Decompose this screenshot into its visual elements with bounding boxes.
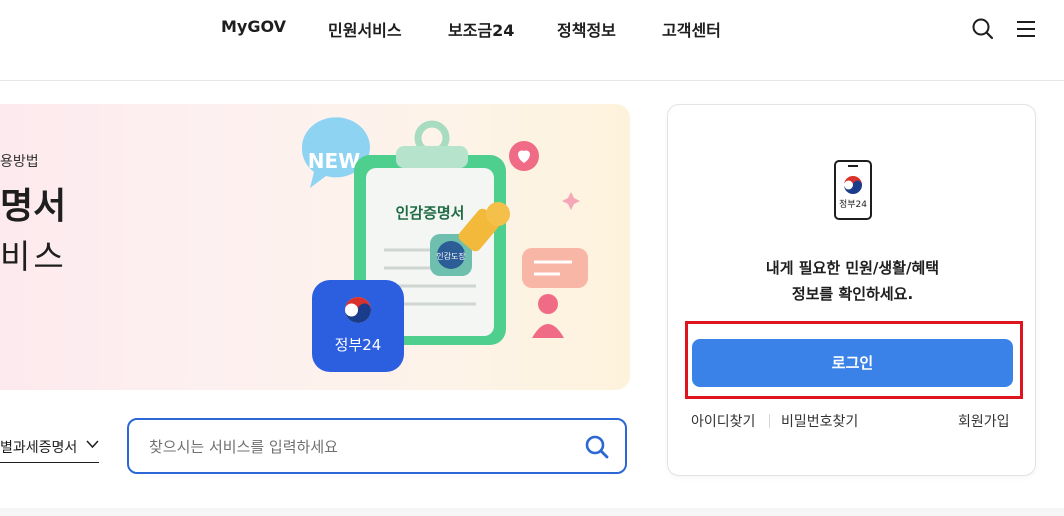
login-message: 내게 필요한 민원/생활/혜택 정보를 확인하세요. (668, 255, 1037, 307)
svg-text:인감증명서: 인감증명서 (395, 204, 464, 222)
login-button[interactable]: 로그인 (692, 339, 1013, 387)
svg-text:인감도장: 인감도장 (436, 251, 466, 261)
banner-title: 명서 (0, 186, 67, 227)
sparkle-icon (562, 192, 580, 210)
gov24-phone-icon: 정부24 (834, 160, 872, 220)
signup-link[interactable]: 회원가입 (958, 411, 1010, 431)
login-message-line2: 정보를 확인하세요. (791, 285, 914, 303)
search-input[interactable] (147, 432, 571, 462)
search-box (127, 418, 627, 474)
nav-subsidy24[interactable]: 보조금24 (448, 17, 514, 41)
svg-text:정부24: 정부24 (335, 336, 382, 354)
certificate-illustration: NEW 인감증명서 인감도장 정부24 (301, 117, 588, 372)
top-header: MyGOV 민원서비스 보조금24 정책정보 고객센터 (0, 0, 1064, 81)
search-category-label: 별과세증명서 (0, 440, 78, 456)
find-id-link[interactable]: 아이디찾기 (691, 411, 755, 431)
login-card: 정부24 내게 필요한 민원/생활/혜택 정보를 확인하세요. 로그인 아이디찾… (667, 104, 1036, 476)
search-category-select[interactable]: 별과세증명서 (0, 432, 99, 463)
nav-customer-center[interactable]: 고객센터 (662, 17, 721, 41)
search-button-icon[interactable] (583, 433, 611, 461)
chat-bubble-icon (522, 248, 588, 288)
nav-policy-info[interactable]: 정책정보 (557, 17, 616, 41)
chevron-down-icon (86, 440, 99, 449)
find-password-link[interactable]: 비밀번호찾기 (781, 411, 858, 431)
svg-text:정부24: 정부24 (839, 199, 867, 210)
banner-subtitle: 비스 (0, 237, 67, 276)
nav-mygov[interactable]: MyGOV (221, 17, 286, 41)
search-icon[interactable] (970, 16, 996, 42)
person-icon (532, 294, 564, 338)
section-divider (0, 508, 1064, 516)
link-divider (769, 414, 770, 428)
nav-civil-service[interactable]: 민원서비스 (328, 17, 402, 41)
hamburger-menu-icon[interactable] (1014, 16, 1040, 42)
login-message-line1: 내게 필요한 민원/생활/혜택 (765, 259, 940, 277)
banner-caption: 용방법 (0, 154, 39, 170)
heart-bubble-icon (509, 141, 539, 171)
svg-text:NEW: NEW (308, 149, 360, 173)
gov24-app-icon: 정부24 (312, 280, 404, 372)
